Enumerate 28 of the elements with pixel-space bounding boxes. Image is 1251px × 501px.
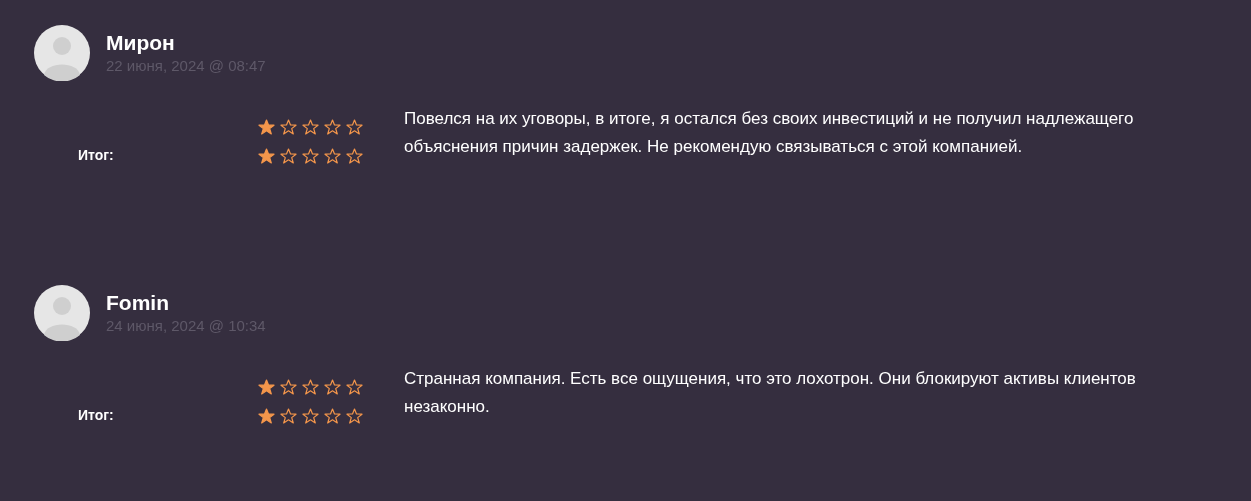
empty-star-icon — [346, 378, 363, 395]
empty-star-icon — [280, 407, 297, 424]
review-text: Странная компания. Есть все ощущения, что это лохотрон. Они блокируют активы клиентов незаконно. — [404, 368, 1137, 418]
avatar-icon — [34, 25, 90, 81]
rating-label: Итог: — [78, 147, 114, 163]
filled-star-icon — [258, 118, 275, 135]
empty-star-icon — [346, 118, 363, 135]
empty-star-icon — [346, 147, 363, 164]
empty-star-icon — [324, 378, 341, 395]
avatar-icon — [34, 285, 90, 341]
empty-star-icon — [302, 407, 319, 424]
review-text: Повелся на их уговоры, в итоге, я остался без своих инвестиций и не получил надлежащего объяснения причин задержек. Не рекомендую связываться с этой компанией. — [404, 108, 1135, 158]
empty-star-icon — [324, 407, 341, 424]
empty-star-icon — [324, 147, 341, 164]
rating-label: Итог: — [78, 407, 114, 423]
author-name: Fomin — [106, 290, 170, 316]
empty-star-icon — [302, 147, 319, 164]
empty-star-icon — [346, 407, 363, 424]
filled-star-icon — [258, 147, 275, 164]
filled-star-icon — [258, 407, 275, 424]
empty-star-icon — [280, 118, 297, 135]
empty-star-icon — [302, 118, 319, 135]
empty-star-icon — [280, 378, 297, 395]
empty-star-icon — [280, 147, 297, 164]
empty-star-icon — [324, 118, 341, 135]
empty-star-icon — [302, 378, 319, 395]
filled-star-icon — [258, 378, 275, 395]
author-name: Мирон — [106, 30, 176, 56]
